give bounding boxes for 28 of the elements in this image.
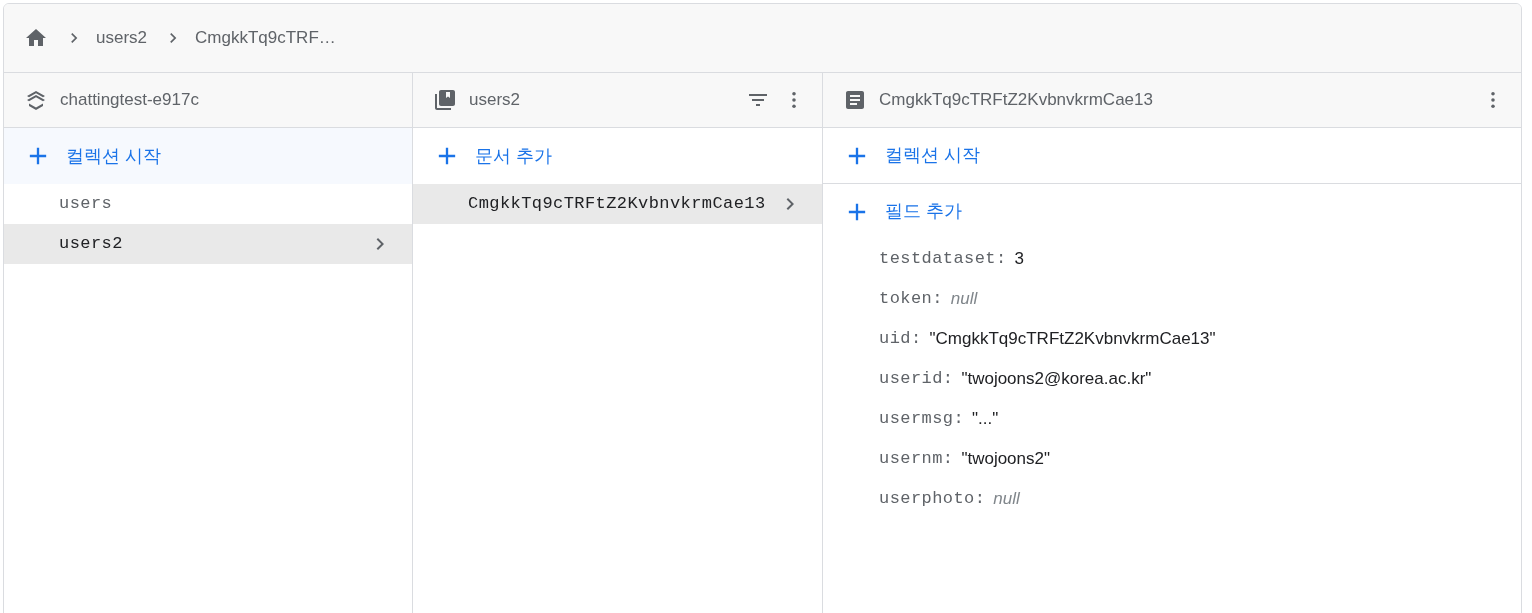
field-key: userphoto: — [879, 486, 986, 512]
list-item[interactable]: CmgkkTq9cTRFtZ2KvbnvkrmCae13 — [413, 184, 822, 224]
field-value: null — [993, 488, 1020, 511]
field-value: "..." — [972, 408, 999, 431]
field-value: "twojoons2@korea.ac.kr" — [961, 368, 1152, 391]
column-title: users2 — [469, 89, 522, 112]
breadcrumb-link[interactable]: CmgkkTq9cTRF… — [195, 25, 336, 51]
field-value: 3 — [1014, 248, 1024, 271]
field-key: testdataset: — [879, 246, 1007, 272]
field-value: null — [950, 288, 978, 311]
list-item[interactable]: users — [4, 184, 412, 224]
field-key: token: — [879, 286, 943, 312]
field-value: "twojoons2" — [961, 448, 1050, 471]
field-key: userid: — [879, 366, 954, 392]
add-field-button[interactable]: 필드 추가 — [823, 184, 1521, 239]
field-key: usermsg: — [879, 406, 964, 432]
column-title: CmgkkTq9cTRFtZ2KvbnvkrmCae13 — [879, 89, 1154, 112]
document-icon — [843, 88, 867, 112]
more-vertical-icon — [1491, 92, 1495, 108]
field-key: uid: — [879, 326, 922, 352]
breadcrumb-link[interactable]: users2 — [96, 25, 148, 51]
field-key: usernm: — [879, 446, 954, 472]
collection-icon — [433, 88, 457, 112]
add-button[interactable]: 컬렉션 시작 — [4, 128, 412, 184]
field-value: "CmgkkTq9cTRFtZ2KvbnvkrmCae13" — [929, 328, 1216, 351]
more-vertical-icon — [792, 92, 796, 108]
column-title: chattingtest-e917c — [60, 89, 200, 112]
list-item[interactable]: users2 — [4, 224, 412, 264]
